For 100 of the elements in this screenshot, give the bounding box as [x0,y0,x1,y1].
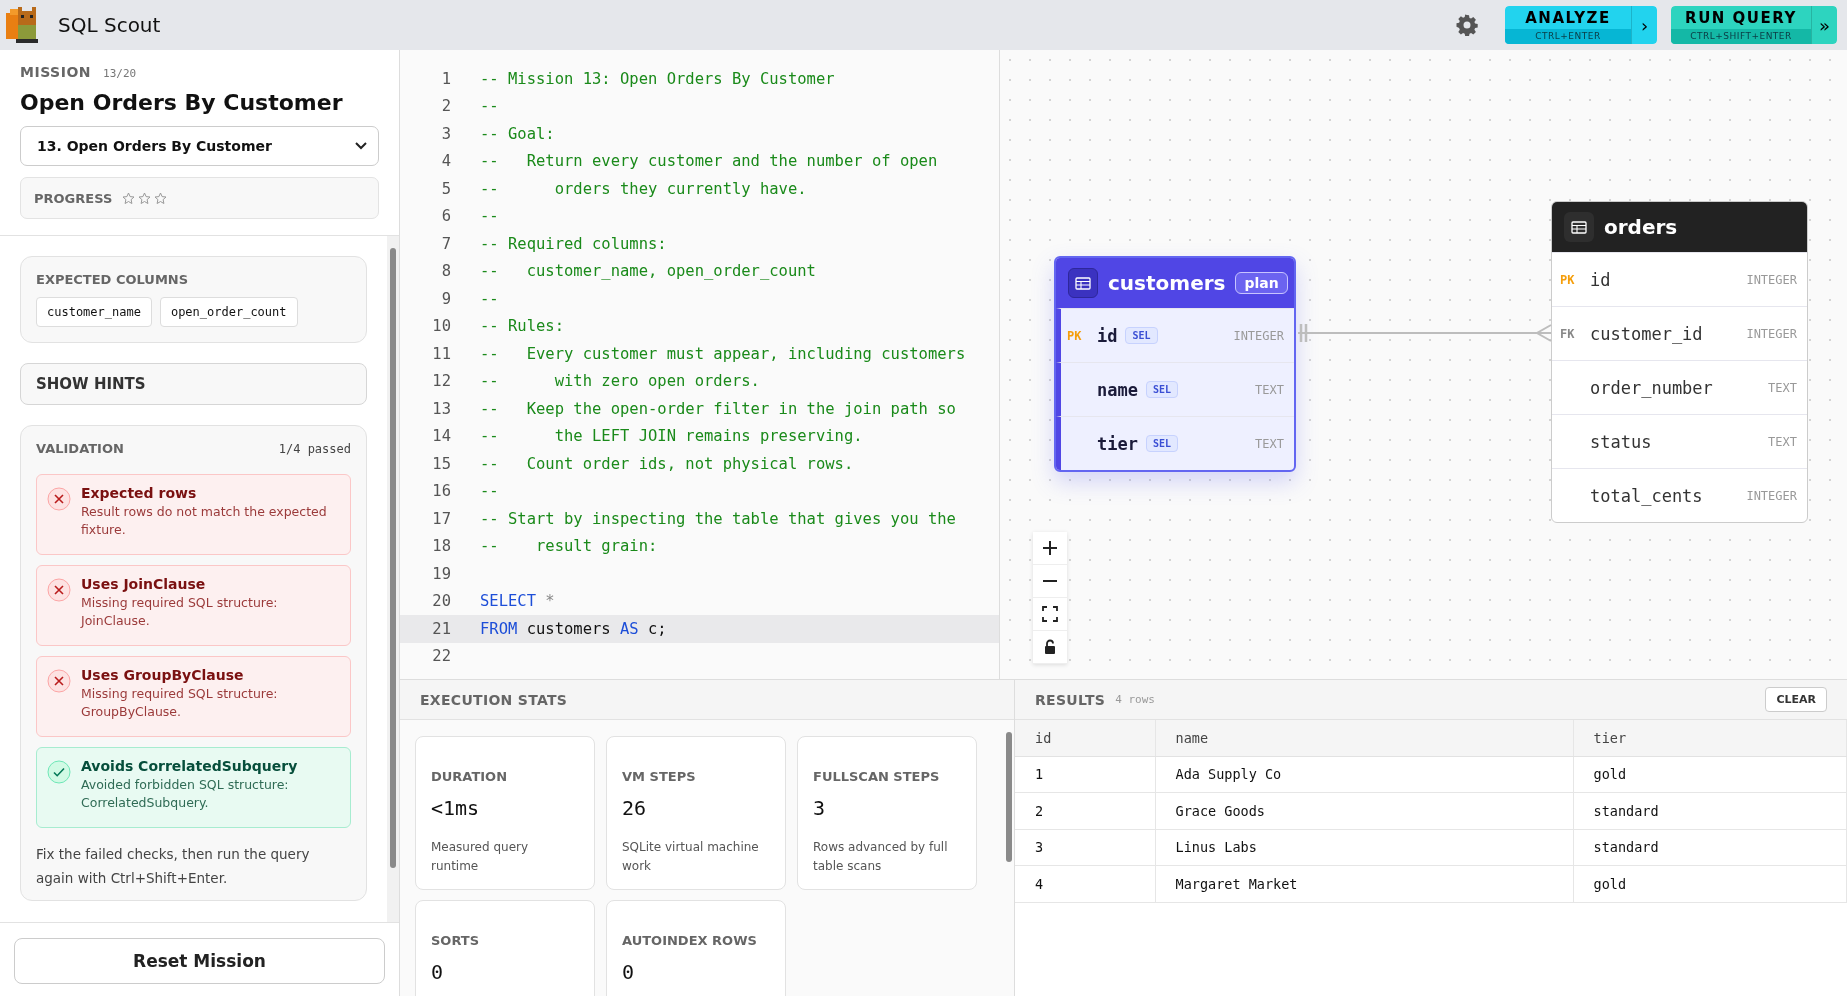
editor-line[interactable]: 5 -- orders they currently have. [400,175,999,203]
column-name: status [1590,431,1652,452]
column-type: TEXT [1768,380,1797,395]
select-tag: SEL [1145,381,1178,398]
select-tag: SEL [1145,435,1178,452]
code-line: FROM customers AS c; [480,619,667,638]
column-header: tier [1573,720,1847,756]
editor-line[interactable]: 8 -- customer_name, open_order_count [400,257,999,285]
check-title: Uses GroupByClause [81,667,245,683]
table-name: customers [1108,271,1226,295]
analyze-button[interactable]: ANALYZE CTRL+ENTER [1505,6,1631,44]
code-line: -- [480,289,499,308]
line-number: 9 [440,289,451,308]
editor-line[interactable]: 18 -- result grain: [400,532,999,560]
column-name: id [1097,325,1118,346]
editor-line[interactable]: 10 -- Rules: [400,312,999,340]
editor-line[interactable]: 20 SELECT * [400,587,999,615]
mission-title: Open Orders By Customer [20,90,344,115]
plan-badge: plan [1235,272,1288,294]
line-number: 11 [431,344,451,363]
code-line: -- [480,207,499,226]
run-button[interactable]: RUN QUERY CTRL+SHIFT+ENTER [1671,6,1811,44]
expand-button[interactable]: › [1631,6,1657,44]
editor-line[interactable]: 13 -- Keep the open-order filter in the join path so [400,395,999,423]
table-card[interactable]: orders PK id INTEGER FK customer_id INTEGER order_number TEXT status TEXT total_cents INTEGER [1551,201,1808,523]
editor-line[interactable]: 14 -- the LEFT JOIN remains preserving. [400,422,999,450]
editor-line[interactable]: 4 -- Return every customer and the number of open [400,147,999,175]
close-icon [47,487,71,511]
code-line: -- the LEFT JOIN remains preserving. [480,427,863,446]
stat-value: 0 [622,960,636,984]
column-header: name [1155,720,1573,756]
table-cell: Grace Goods [1155,792,1573,829]
validation-summary: 1/4 passed [278,441,351,456]
editor-line[interactable]: 11 -- Every customer must appear, including customers [400,340,999,368]
stat-value: 26 [622,796,648,820]
zoom-in-icon[interactable] [1033,532,1067,565]
code-line: -- result grain: [480,537,658,556]
table-cell: standard [1573,829,1847,866]
line-number: 21 [431,619,451,638]
editor-line[interactable]: 16 -- [400,477,999,505]
column-name: tier [1097,433,1138,454]
fit-view-icon[interactable] [1033,598,1067,631]
panel-title: RESULTS [1035,691,1106,708]
check-message: Avoided forbidden SQL structure: CorrelatedSubquery. [81,776,290,812]
card-title: EXPECTED COLUMNS [36,272,190,287]
editor-line[interactable]: 6 -- [400,202,999,230]
line-number: 7 [440,234,451,253]
table-name: orders [1604,215,1678,239]
lock-icon[interactable] [1033,631,1067,664]
line-number: 3 [440,124,451,143]
clear-button[interactable]: CLEAR [1765,687,1827,712]
column-type: TEXT [1255,382,1284,397]
column-name: id [1590,269,1611,290]
editor-line[interactable]: 22 [400,642,999,670]
editor-line[interactable]: 3 -- Goal: [400,120,999,148]
editor-line[interactable]: 1 -- Mission 13: Open Orders By Customer [400,65,999,93]
close-icon [47,578,71,602]
column-type: INTEGER [1746,272,1797,287]
show-hints-button[interactable]: SHOW HINTS [20,363,367,405]
code-line: -- Return every customer and the number of open [480,152,938,171]
editor-line[interactable]: 7 -- Required columns: [400,230,999,258]
scrollbar[interactable] [387,236,399,922]
column-type: INTEGER [1233,328,1284,343]
app-title: SQL Scout [58,13,161,37]
row-count: 4 rows [1115,693,1155,706]
table-cell: 3 [1015,829,1155,866]
editor-line[interactable]: 17 -- Start by inspecting the table that gives you the [400,505,999,533]
expand-button[interactable]: » [1811,6,1837,44]
stat-label: SORTS [431,933,481,948]
code-line: -- Keep the open-order filter in the join path so [480,399,956,418]
star-icon [154,191,168,205]
reset-mission-button[interactable]: Reset Mission [14,938,385,984]
line-number: 20 [431,592,451,611]
stat-description: Measured query runtime [431,839,530,875]
star-icon [138,191,152,205]
table-icon [1564,212,1594,242]
line-number: 18 [431,537,451,556]
key-label: PK [1067,328,1083,343]
settings-icon[interactable] [1455,13,1479,37]
key-label: FK [1560,326,1576,341]
line-number: 22 [431,647,451,666]
table-cell: gold [1573,865,1847,902]
check-title: Uses JoinClause [81,576,207,592]
editor-line[interactable]: 2 -- [400,92,999,120]
line-number: 15 [431,454,451,473]
mission-select[interactable]: 13. Open Orders By Customer [20,126,379,166]
table-card[interactable]: customers plan PK id SEL INTEGER name SEL TEXT tier SEL TEXT [1054,256,1296,472]
table-cell: 2 [1015,792,1155,829]
zoom-out-icon[interactable] [1033,565,1067,598]
table-cell: Margaret Market [1155,865,1573,902]
column-header: id [1015,720,1155,756]
editor-line[interactable]: 19 [400,560,999,588]
column-name: order_number [1590,377,1713,398]
editor-line[interactable]: 9 -- [400,285,999,313]
check-message: Missing required SQL structure: GroupByClause. [81,685,279,721]
editor-line[interactable]: 15 -- Count order ids, not physical rows. [400,450,999,478]
editor-line[interactable]: 12 -- with zero open orders. [400,367,999,395]
table-cell: gold [1573,756,1847,793]
code-line: -- Rules: [480,317,564,336]
code-editor[interactable] [400,50,1000,679]
